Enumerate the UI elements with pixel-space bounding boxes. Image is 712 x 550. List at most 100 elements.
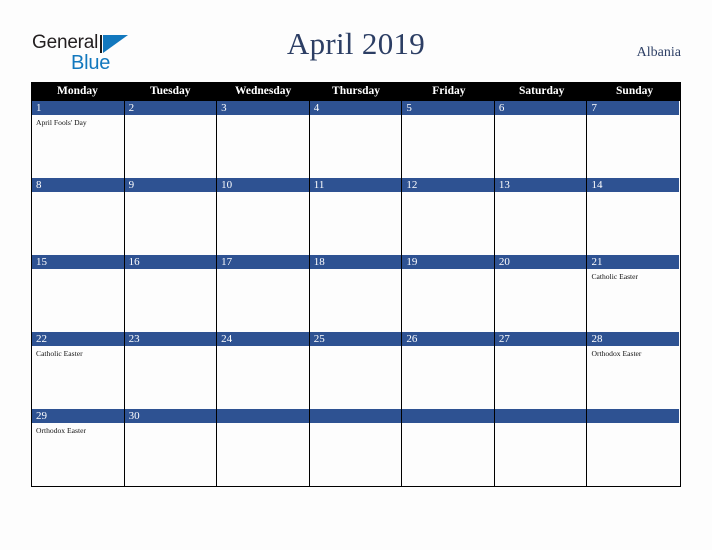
calendar-day-cell[interactable]: 9 bbox=[124, 178, 218, 255]
calendar-week-row: 1 April Fools' Day 2 3 4 5 6 7 bbox=[32, 101, 680, 178]
calendar-day-cell[interactable]: 22 Catholic Easter bbox=[32, 332, 125, 409]
day-events bbox=[310, 269, 402, 332]
calendar-day-cell[interactable]: 4 bbox=[309, 101, 403, 178]
calendar-day-cell[interactable]: 16 bbox=[124, 255, 218, 332]
calendar-day-cell[interactable]: 8 bbox=[32, 178, 125, 255]
day-number: 27 bbox=[494, 332, 587, 346]
calendar-day-cell[interactable]: 18 bbox=[309, 255, 403, 332]
day-events bbox=[217, 346, 309, 409]
day-events bbox=[32, 269, 124, 332]
day-number: 26 bbox=[402, 332, 494, 346]
calendar-week-row: 8 9 10 11 12 13 14 bbox=[32, 178, 680, 255]
calendar-day-cell[interactable]: 28 Orthodox Easter bbox=[587, 332, 680, 409]
page-header: General Blue April 2019 Albania bbox=[0, 0, 712, 80]
day-number: 7 bbox=[587, 101, 680, 115]
day-events bbox=[32, 192, 124, 255]
day-events: Orthodox Easter bbox=[32, 423, 124, 486]
calendar-day-cell[interactable]: 14 bbox=[587, 178, 680, 255]
day-number: 8 bbox=[32, 178, 124, 192]
day-events bbox=[402, 115, 494, 178]
calendar-week-row: 22 Catholic Easter 23 24 25 26 27 28 Orthodox Ea… bbox=[32, 332, 680, 409]
weekday-header-saturday: Saturday bbox=[519, 85, 565, 97]
weekday-header-tuesday: Tuesday bbox=[150, 85, 191, 97]
day-number: 12 bbox=[402, 178, 494, 192]
calendar-day-cell[interactable]: 11 bbox=[309, 178, 403, 255]
calendar-week-row: 15 16 17 18 19 20 21 Catholic Easter bbox=[32, 255, 680, 332]
weekday-header-friday: Friday bbox=[432, 85, 466, 97]
weekday-header-row: Monday Tuesday Wednesday Thursday Friday Satu… bbox=[31, 82, 681, 101]
day-number: 17 bbox=[217, 255, 309, 269]
day-number: 21 bbox=[587, 255, 680, 269]
calendar-day-cell-empty bbox=[309, 409, 403, 486]
day-number: 14 bbox=[587, 178, 680, 192]
day-number bbox=[494, 409, 587, 423]
calendar-day-cell-empty bbox=[217, 409, 310, 486]
calendar-day-cell[interactable]: 19 bbox=[402, 255, 495, 332]
day-number: 18 bbox=[309, 255, 402, 269]
calendar-day-cell[interactable]: 3 bbox=[217, 101, 310, 178]
day-number: 15 bbox=[32, 255, 124, 269]
calendar-day-cell[interactable]: 20 bbox=[494, 255, 588, 332]
day-events bbox=[310, 192, 402, 255]
day-number: 29 bbox=[32, 409, 124, 423]
weekday-header-sunday: Sunday bbox=[616, 85, 654, 97]
day-number: 22 bbox=[32, 332, 124, 346]
day-events bbox=[402, 192, 494, 255]
day-events bbox=[495, 346, 587, 409]
day-events bbox=[587, 192, 679, 255]
calendar-day-cell-empty bbox=[402, 409, 495, 486]
calendar-page: General Blue April 2019 Albania Monday Tu… bbox=[0, 0, 712, 550]
calendar-day-cell[interactable]: 10 bbox=[217, 178, 310, 255]
day-number: 10 bbox=[217, 178, 309, 192]
day-events bbox=[495, 269, 587, 332]
calendar-day-cell[interactable]: 17 bbox=[217, 255, 310, 332]
calendar-day-cell[interactable]: 21 Catholic Easter bbox=[587, 255, 680, 332]
day-events bbox=[217, 115, 309, 178]
day-number: 13 bbox=[494, 178, 587, 192]
day-events bbox=[310, 346, 402, 409]
calendar-day-cell[interactable]: 13 bbox=[494, 178, 588, 255]
day-number: 23 bbox=[124, 332, 217, 346]
day-number: 19 bbox=[402, 255, 494, 269]
event-label: April Fools' Day bbox=[36, 118, 87, 127]
calendar-day-cell[interactable]: 25 bbox=[309, 332, 403, 409]
calendar-day-cell[interactable]: 24 bbox=[217, 332, 310, 409]
day-events bbox=[587, 115, 679, 178]
calendar-day-cell[interactable]: 27 bbox=[494, 332, 588, 409]
calendar-day-cell-empty bbox=[494, 409, 588, 486]
calendar-day-cell[interactable]: 7 bbox=[587, 101, 680, 178]
calendar-day-cell[interactable]: 1 April Fools' Day bbox=[32, 101, 125, 178]
day-events bbox=[402, 269, 494, 332]
day-events bbox=[495, 115, 587, 178]
day-number: 11 bbox=[309, 178, 402, 192]
day-events: April Fools' Day bbox=[32, 115, 124, 178]
calendar-day-cell[interactable]: 5 bbox=[402, 101, 495, 178]
day-number: 3 bbox=[217, 101, 309, 115]
calendar-day-cell[interactable]: 2 bbox=[124, 101, 218, 178]
calendar-day-cell[interactable]: 12 bbox=[402, 178, 495, 255]
day-events bbox=[125, 346, 217, 409]
calendar-day-cell[interactable]: 15 bbox=[32, 255, 125, 332]
day-events bbox=[125, 423, 217, 486]
weekday-header-monday: Monday bbox=[56, 85, 98, 97]
day-number bbox=[402, 409, 494, 423]
day-events bbox=[217, 192, 309, 255]
calendar-day-cell[interactable]: 30 bbox=[124, 409, 218, 486]
calendar-weeks: 1 April Fools' Day 2 3 4 5 6 7 8 9 10 11 12 13 14 15 16 1… bbox=[31, 101, 681, 487]
day-number: 20 bbox=[494, 255, 587, 269]
day-events bbox=[310, 115, 402, 178]
day-number: 9 bbox=[124, 178, 217, 192]
calendar-day-cell[interactable]: 23 bbox=[124, 332, 218, 409]
day-number: 16 bbox=[124, 255, 217, 269]
day-number: 6 bbox=[494, 101, 587, 115]
calendar-day-cell[interactable]: 29 Orthodox Easter bbox=[32, 409, 125, 486]
day-events: Catholic Easter bbox=[32, 346, 124, 409]
weekday-header-thursday: Thursday bbox=[332, 85, 380, 97]
calendar-day-cell[interactable]: 6 bbox=[494, 101, 588, 178]
day-number: 25 bbox=[309, 332, 402, 346]
country-label: Albania bbox=[636, 45, 681, 60]
calendar-day-cell-empty bbox=[587, 409, 680, 486]
day-events bbox=[402, 423, 494, 486]
calendar-grid: Monday Tuesday Wednesday Thursday Friday Satu… bbox=[31, 82, 681, 487]
calendar-day-cell[interactable]: 26 bbox=[402, 332, 495, 409]
